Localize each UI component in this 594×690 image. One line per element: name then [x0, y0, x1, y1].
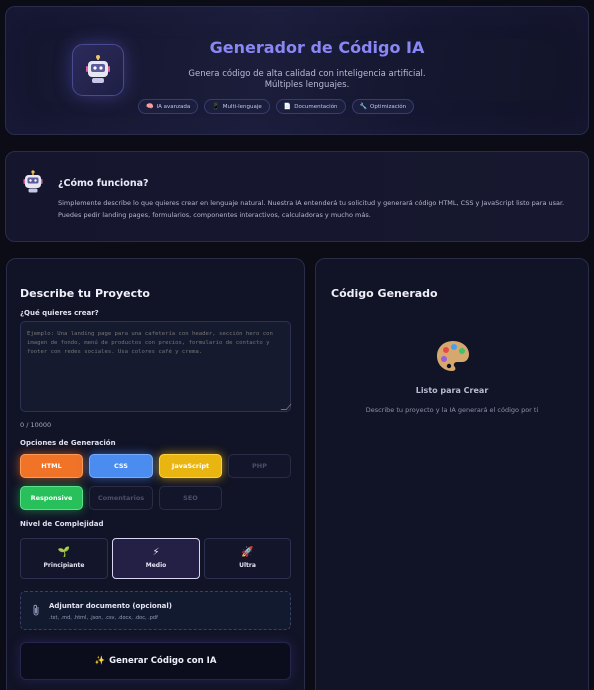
level-medio[interactable]: ⚡ Medio: [112, 538, 200, 579]
char-counter: 0 / 10000: [20, 421, 52, 429]
document-icon: 📄: [283, 103, 292, 110]
option-seo[interactable]: SEO: [159, 486, 222, 510]
how-title: ¿Cómo funciona?: [58, 178, 149, 189]
page-title: Generador de Código IA: [209, 38, 425, 57]
generated-code-panel: Código Generado Listo para Crear Describ…: [315, 258, 589, 690]
option-css[interactable]: CSS: [89, 454, 153, 478]
rocket-icon: 🚀: [241, 547, 254, 558]
page-subtitle: Genera código de alta calidad con inteli…: [188, 69, 426, 90]
option-html[interactable]: HTML: [20, 454, 83, 478]
option-comentarios[interactable]: Comentarios: [89, 486, 153, 510]
sparkles-icon: ✨: [94, 656, 106, 666]
robot-icon: [23, 170, 43, 193]
level-principiante[interactable]: 🌱 Principiante: [20, 538, 108, 579]
how-it-works-card: ¿Cómo funciona? Simplemente describe lo …: [5, 151, 589, 242]
lightning-icon: ⚡: [152, 547, 160, 558]
ready-description: Describe tu proyecto y la IA generará el…: [365, 406, 539, 414]
attach-document-dropzone[interactable]: Adjuntar documento (opcional) .txt, .md,…: [20, 591, 291, 630]
tag-ia-avanzada: 🧠 IA avanzada: [138, 99, 199, 114]
seedling-icon: 🌱: [57, 547, 71, 558]
option-javascript[interactable]: JavaScript: [159, 454, 222, 478]
prompt-label: ¿Qué quieres crear?: [20, 309, 99, 317]
complexity-label: Nivel de Complejidad: [20, 520, 104, 528]
tag-optimizacion: 🔧 Optimización: [351, 99, 415, 114]
how-description: Simplemente describe lo que quieres crea…: [58, 199, 565, 219]
describe-title: Describe tu Proyecto: [20, 287, 150, 300]
options-label: Opciones de Generación: [20, 439, 116, 447]
wrench-icon: 🔧: [359, 103, 368, 110]
brain-icon: 🧠: [146, 103, 154, 110]
describe-project-panel: Describe tu Proyecto ¿Qué quieres crear?…: [6, 258, 305, 690]
header-card: Generador de Código IA Genera código de …: [5, 6, 589, 135]
tag-documentacion: 📄 Documentación: [275, 99, 346, 114]
generate-code-button[interactable]: ✨ Generar Código con IA: [20, 642, 291, 680]
level-ultra[interactable]: 🚀 Ultra: [204, 538, 291, 579]
option-responsive[interactable]: Responsive: [20, 486, 83, 510]
phone-icon: 📱: [212, 103, 220, 110]
attach-formats: .txt, .md, .html, .json, .csv, .docx, .d…: [49, 615, 158, 621]
option-php[interactable]: PHP: [228, 454, 291, 478]
tag-multi-lenguaje: 📱 Multi-lenguaje: [204, 99, 270, 114]
generated-title: Código Generado: [331, 287, 438, 300]
paperclip-icon: [32, 604, 40, 619]
ready-label: Listo para Crear: [415, 386, 489, 395]
attach-title: Adjuntar documento (opcional): [49, 602, 173, 610]
feature-tags: 🧠 IA avanzada 📱 Multi-lenguaje 📄 Documentac…: [138, 99, 415, 114]
palette-icon: [437, 341, 469, 371]
prompt-textarea[interactable]: [20, 321, 291, 412]
